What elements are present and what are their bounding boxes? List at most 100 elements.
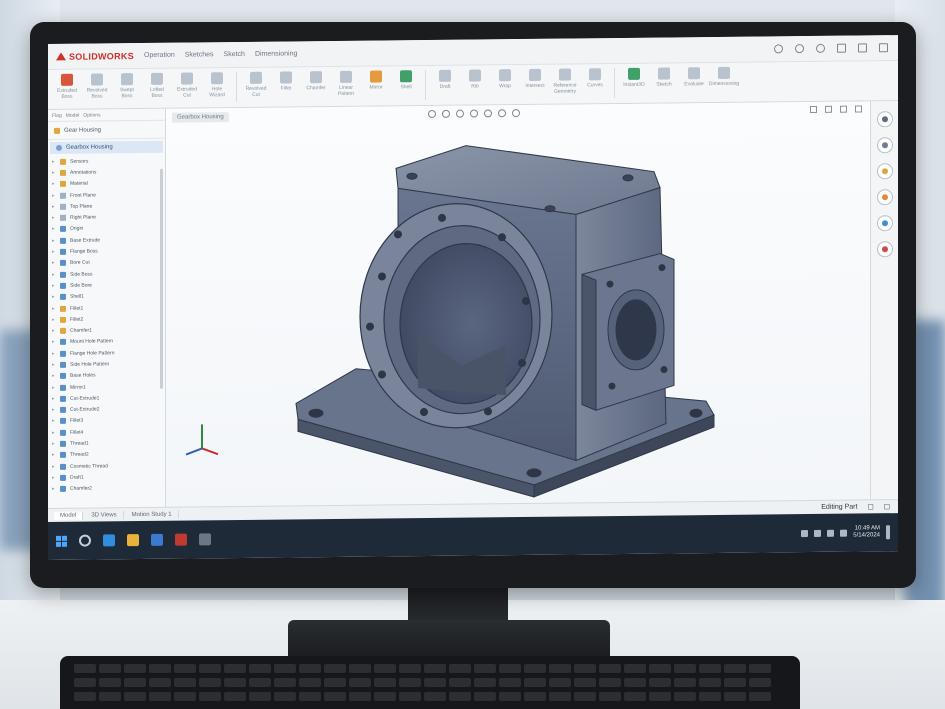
feature-tree-scrollbar[interactable]	[160, 168, 163, 389]
ribbon-button[interactable]: Reference Geometry	[552, 68, 578, 95]
maximize-icon[interactable]	[858, 43, 867, 53]
feature-tree-item-label: Mount Hole Pattern	[70, 338, 114, 346]
expand-arrow-icon[interactable]: ▸	[52, 351, 56, 357]
ribbon-button[interactable]: Revolved Boss	[84, 73, 110, 100]
ribbon-button[interactable]: Rib	[462, 69, 488, 90]
menu-item-operation[interactable]: Operation	[144, 52, 175, 59]
feature-tree-item[interactable]: ▸ Chamfer2	[52, 482, 165, 494]
status-settings-icon[interactable]: ☐	[867, 503, 873, 511]
help-icon[interactable]	[774, 44, 783, 54]
ribbon-button[interactable]: Draft	[432, 69, 458, 90]
menu-item-sketches[interactable]: Sketches	[185, 51, 214, 58]
ribbon-button[interactable]: Mirror	[363, 70, 389, 91]
show-desktop-button[interactable]	[886, 525, 890, 540]
expand-arrow-icon[interactable]: ▸	[52, 170, 56, 176]
ribbon-button-label: Hole Wizard	[209, 86, 225, 99]
menu-item-sketch[interactable]: Sketch	[224, 51, 245, 58]
ribbon-button[interactable]: Linear Pattern	[333, 70, 359, 97]
expand-arrow-icon[interactable]: ▸	[52, 294, 56, 300]
ribbon-button[interactable]: Curves	[582, 68, 608, 88]
solidworks-taskbar-icon[interactable]	[175, 533, 187, 546]
expand-arrow-icon[interactable]: ▸	[52, 475, 56, 481]
expand-arrow-icon[interactable]: ▸	[52, 272, 56, 278]
keyboard-key	[599, 678, 621, 687]
app-taskbar-icon[interactable]	[199, 533, 211, 546]
expand-arrow-icon[interactable]: ▸	[52, 192, 56, 198]
expand-arrow-icon[interactable]: ▸	[52, 226, 56, 232]
menu-item-dimensioning[interactable]: Dimensioning	[255, 50, 297, 57]
gearbox-housing-model[interactable]	[166, 101, 870, 506]
task-pane-home-button[interactable]	[876, 111, 893, 128]
tab-3d-views[interactable]: 3D Views	[85, 510, 124, 520]
fm-tab-model[interactable]: Model	[66, 112, 80, 118]
expand-arrow-icon[interactable]: ▸	[52, 339, 56, 345]
expand-arrow-icon[interactable]: ▸	[52, 260, 56, 266]
expand-arrow-icon[interactable]: ▸	[52, 452, 56, 458]
expand-arrow-icon[interactable]: ▸	[52, 328, 56, 334]
taskbar-clock[interactable]: 10:49 AM 5/14/2024	[853, 525, 880, 539]
task-pane-view-palette-button[interactable]	[876, 215, 893, 232]
expand-arrow-icon[interactable]: ▸	[52, 441, 56, 447]
fm-tab-options[interactable]: Options	[83, 112, 100, 118]
feature-tree-item-label: Cosmetic Thread	[70, 463, 108, 470]
chevron-up-icon[interactable]	[801, 529, 809, 537]
expand-arrow-icon[interactable]: ▸	[52, 159, 56, 165]
search-icon[interactable]	[79, 534, 91, 547]
ribbon-button[interactable]: Instant3D	[621, 67, 647, 88]
ribbon-button[interactable]: Chamfer	[303, 71, 329, 91]
expand-arrow-icon[interactable]: ▸	[52, 249, 56, 255]
expand-arrow-icon[interactable]: ▸	[52, 384, 56, 391]
ribbon-button[interactable]: Swept Boss	[114, 73, 140, 99]
keyboard-key	[99, 664, 121, 673]
ribbon-button[interactable]: Wrap	[492, 69, 518, 89]
ribbon-button[interactable]: Evaluate	[681, 67, 707, 87]
expand-arrow-icon[interactable]: ▸	[52, 373, 56, 379]
task-pane-design-library-button[interactable]	[876, 163, 893, 180]
volume-icon[interactable]	[827, 529, 835, 537]
close-icon[interactable]	[879, 43, 888, 53]
task-pane-resources-button[interactable]	[876, 137, 893, 154]
ribbon-button[interactable]: Fillet	[273, 71, 299, 92]
keyboard-key	[424, 664, 446, 673]
expand-arrow-icon[interactable]: ▸	[52, 486, 56, 492]
ribbon-button[interactable]: Dimensioning	[709, 66, 739, 87]
store-icon[interactable]	[151, 533, 163, 546]
task-pane-file-explorer-button[interactable]	[876, 189, 893, 206]
graphics-area[interactable]: Gearbox Housing	[166, 101, 870, 507]
ribbon-button[interactable]: Extruded Cut	[174, 72, 200, 99]
tab-motion-study[interactable]: Motion Study 1	[125, 510, 179, 519]
ribbon-button[interactable]: Revolved Cut	[243, 71, 269, 98]
network-icon[interactable]	[814, 529, 822, 537]
expand-arrow-icon[interactable]: ▸	[52, 418, 56, 424]
minimize-icon[interactable]	[837, 43, 846, 53]
expand-arrow-icon[interactable]: ▸	[52, 464, 56, 470]
settings-icon[interactable]	[795, 44, 804, 54]
ribbon-button[interactable]: Lofted Boss	[144, 72, 170, 99]
start-button-icon[interactable]	[56, 535, 67, 547]
expand-arrow-icon[interactable]: ▸	[52, 407, 56, 413]
ribbon-button[interactable]: Shell	[393, 70, 419, 90]
expand-arrow-icon[interactable]: ▸	[52, 362, 56, 368]
status-help-icon[interactable]: ☐	[884, 503, 890, 511]
expand-arrow-icon[interactable]: ▸	[52, 238, 56, 244]
expand-arrow-icon[interactable]: ▸	[52, 181, 56, 187]
edge-browser-icon[interactable]	[103, 534, 115, 547]
expand-arrow-icon[interactable]: ▸	[52, 283, 56, 289]
expand-arrow-icon[interactable]: ▸	[52, 215, 56, 221]
ribbon-button[interactable]: Sketch	[651, 67, 677, 88]
part-node[interactable]: Gearbox Housing	[50, 140, 163, 154]
expand-arrow-icon[interactable]: ▸	[52, 317, 56, 323]
battery-icon[interactable]	[840, 529, 848, 537]
ribbon-button[interactable]: Intersect	[522, 68, 548, 89]
fm-tab-flag[interactable]: Flag	[52, 112, 62, 118]
user-icon[interactable]	[816, 43, 825, 53]
expand-arrow-icon[interactable]: ▸	[52, 396, 56, 402]
ribbon-button[interactable]: Extruded Boss	[54, 73, 80, 100]
task-pane-appearances-button[interactable]	[876, 241, 893, 258]
expand-arrow-icon[interactable]: ▸	[52, 204, 56, 210]
tab-model[interactable]: Model	[54, 511, 84, 520]
file-explorer-taskbar-icon[interactable]	[127, 534, 139, 547]
ribbon-button[interactable]: Hole Wizard	[204, 72, 230, 98]
expand-arrow-icon[interactable]: ▸	[52, 305, 56, 311]
expand-arrow-icon[interactable]: ▸	[52, 430, 56, 436]
